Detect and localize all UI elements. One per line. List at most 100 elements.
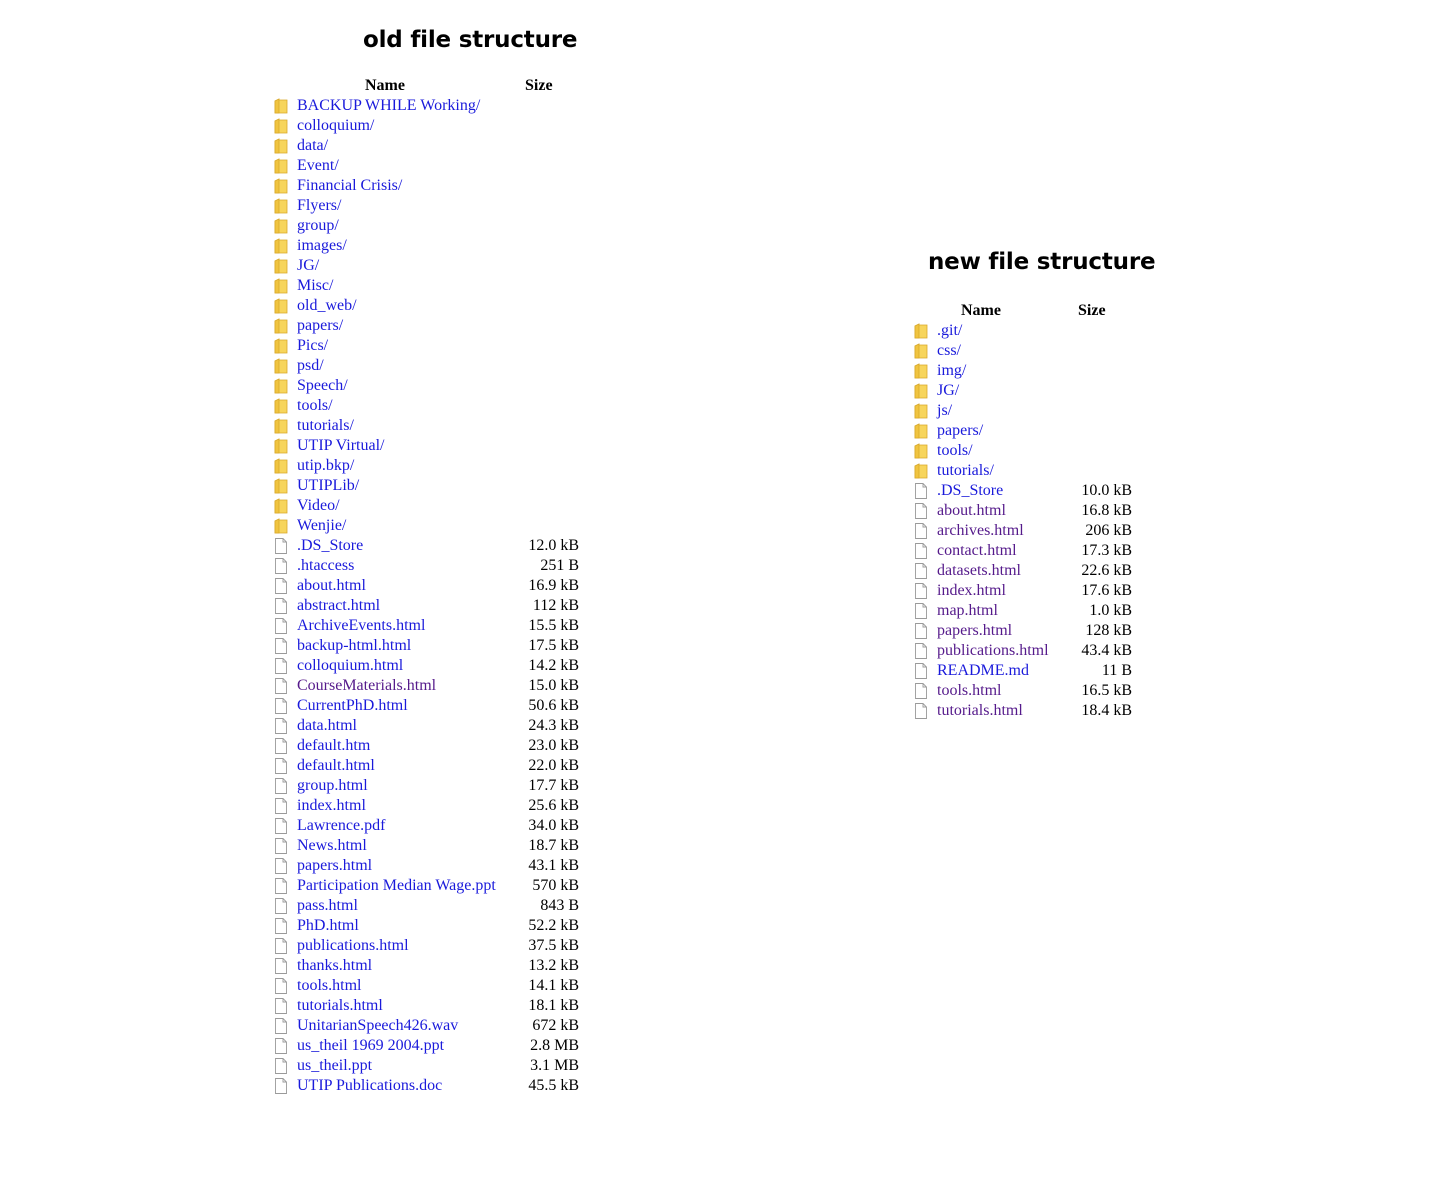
file-link-tools-html[interactable]: tools.html [297, 976, 361, 996]
file-link-colloquium-html[interactable]: colloquium.html [297, 656, 403, 676]
file-link-us-theil-ppt[interactable]: us_theil.ppt [297, 1056, 372, 1076]
folder-link-old-web[interactable]: old_web/ [297, 296, 357, 316]
file-icon [274, 618, 288, 634]
file-row: tools.html 14.1 kB [270, 976, 600, 996]
file-icon [274, 1058, 288, 1074]
file-link-publications-html[interactable]: publications.html [297, 936, 409, 956]
file-link-map-html[interactable]: map.html [937, 601, 998, 621]
file-size: 13.2 kB [528, 957, 579, 974]
file-row: News.html 18.7 kB [270, 836, 600, 856]
file-link-default-html[interactable]: default.html [297, 756, 375, 776]
file-size: 17.6 kB [1081, 582, 1132, 599]
file-link-papers-html[interactable]: papers.html [297, 856, 372, 876]
folder-link-group[interactable]: group/ [297, 216, 339, 236]
folder-row: Flyers/ [270, 196, 600, 216]
folder-link-css[interactable]: css/ [937, 341, 961, 361]
file-row: publications.html 43.4 kB [910, 641, 1150, 661]
folder-link-event[interactable]: Event/ [297, 156, 339, 176]
file-link-archiveevents-html[interactable]: ArchiveEvents.html [297, 616, 425, 636]
folder-link-misc[interactable]: Misc/ [297, 276, 333, 296]
folder-icon [274, 418, 288, 434]
file-link-about-html[interactable]: about.html [937, 501, 1006, 521]
file-icon [914, 563, 928, 579]
file-icon [914, 543, 928, 559]
folder-link-utip-virtual[interactable]: UTIP Virtual/ [297, 436, 384, 456]
file-link-abstract-html[interactable]: abstract.html [297, 596, 380, 616]
file-link-us-theil-1969-2004-ppt[interactable]: us_theil 1969 2004.ppt [297, 1036, 444, 1056]
file-link-coursematerials-html[interactable]: CourseMaterials.html [297, 676, 436, 696]
folder-row: UTIP Virtual/ [270, 436, 600, 456]
folder-link-data[interactable]: data/ [297, 136, 328, 156]
folder-link-pics[interactable]: Pics/ [297, 336, 328, 356]
folder-link-js[interactable]: js/ [937, 401, 952, 421]
file-size: 17.3 kB [1081, 542, 1132, 559]
folder-row: tools/ [270, 396, 600, 416]
file-row: backup-html.html 17.5 kB [270, 636, 600, 656]
folder-link-backup-while-working[interactable]: BACKUP WHILE Working/ [297, 96, 480, 116]
folder-link-papers[interactable]: papers/ [297, 316, 343, 336]
file-link-index-html[interactable]: index.html [297, 796, 366, 816]
folder-link-colloquium[interactable]: colloquium/ [297, 116, 374, 136]
folder-link-wenjie[interactable]: Wenjie/ [297, 516, 346, 536]
file-link-datasets-html[interactable]: datasets.html [937, 561, 1021, 581]
file-link-ds-store[interactable]: .DS_Store [937, 481, 1003, 501]
file-link-utip-publications-doc[interactable]: UTIP Publications.doc [297, 1076, 442, 1096]
folder-link-psd[interactable]: psd/ [297, 356, 324, 376]
file-link-participation-median-wage-ppt[interactable]: Participation Median Wage.ppt [297, 876, 496, 896]
file-link-readme-md[interactable]: README.md [937, 661, 1029, 681]
file-link-tools-html[interactable]: tools.html [937, 681, 1001, 701]
file-icon [914, 683, 928, 699]
folder-row: group/ [270, 216, 600, 236]
file-size: 11 B [1101, 662, 1132, 679]
folder-link-speech[interactable]: Speech/ [297, 376, 348, 396]
file-link-about-html[interactable]: about.html [297, 576, 366, 596]
file-link-news-html[interactable]: News.html [297, 836, 367, 856]
file-link-tutorials-html[interactable]: tutorials.html [937, 701, 1023, 721]
folder-row: old_web/ [270, 296, 600, 316]
folder-link-utiplib[interactable]: UTIPLib/ [297, 476, 359, 496]
folder-link-tutorials[interactable]: tutorials/ [937, 461, 994, 481]
folder-icon [274, 498, 288, 514]
file-link-htaccess[interactable]: .htaccess [297, 556, 354, 576]
file-link-currentphd-html[interactable]: CurrentPhD.html [297, 696, 408, 716]
file-link-lawrence-pdf[interactable]: Lawrence.pdf [297, 816, 385, 836]
file-link-papers-html[interactable]: papers.html [937, 621, 1012, 641]
file-link-tutorials-html[interactable]: tutorials.html [297, 996, 383, 1016]
folder-icon [274, 278, 288, 294]
file-link-backup-html-html[interactable]: backup-html.html [297, 636, 411, 656]
folder-link-img[interactable]: img/ [937, 361, 966, 381]
file-link-contact-html[interactable]: contact.html [937, 541, 1017, 561]
file-icon [274, 998, 288, 1014]
file-size: 14.1 kB [528, 977, 579, 994]
folder-link-video[interactable]: Video/ [297, 496, 340, 516]
folder-icon [274, 258, 288, 274]
file-link-default-htm[interactable]: default.htm [297, 736, 370, 756]
folder-icon [274, 398, 288, 414]
folder-icon [274, 478, 288, 494]
folder-link-financial-crisis[interactable]: Financial Crisis/ [297, 176, 402, 196]
file-size: 22.0 kB [528, 757, 579, 774]
file-link-archives-html[interactable]: archives.html [937, 521, 1024, 541]
file-link-ds-store[interactable]: .DS_Store [297, 536, 363, 556]
file-link-publications-html[interactable]: publications.html [937, 641, 1049, 661]
file-size: 12.0 kB [528, 537, 579, 554]
file-link-thanks-html[interactable]: thanks.html [297, 956, 372, 976]
folder-link-tools[interactable]: tools/ [297, 396, 333, 416]
folder-link-images[interactable]: images/ [297, 236, 347, 256]
file-link-data-html[interactable]: data.html [297, 716, 357, 736]
folder-row: Event/ [270, 156, 600, 176]
folder-link-tutorials[interactable]: tutorials/ [297, 416, 354, 436]
folder-link-jg[interactable]: JG/ [937, 381, 959, 401]
file-link-index-html[interactable]: index.html [937, 581, 1006, 601]
folder-link-tools[interactable]: tools/ [937, 441, 973, 461]
file-link-pass-html[interactable]: pass.html [297, 896, 358, 916]
folder-link-git[interactable]: .git/ [937, 321, 962, 341]
file-link-group-html[interactable]: group.html [297, 776, 368, 796]
folder-link-jg[interactable]: JG/ [297, 256, 319, 276]
file-link-unitarianspeech426-wav[interactable]: UnitarianSpeech426.wav [297, 1016, 458, 1036]
file-link-phd-html[interactable]: PhD.html [297, 916, 359, 936]
folder-link-flyers[interactable]: Flyers/ [297, 196, 341, 216]
folder-link-utip-bkp[interactable]: utip.bkp/ [297, 456, 354, 476]
folder-row: css/ [910, 341, 1150, 361]
folder-link-papers[interactable]: papers/ [937, 421, 983, 441]
